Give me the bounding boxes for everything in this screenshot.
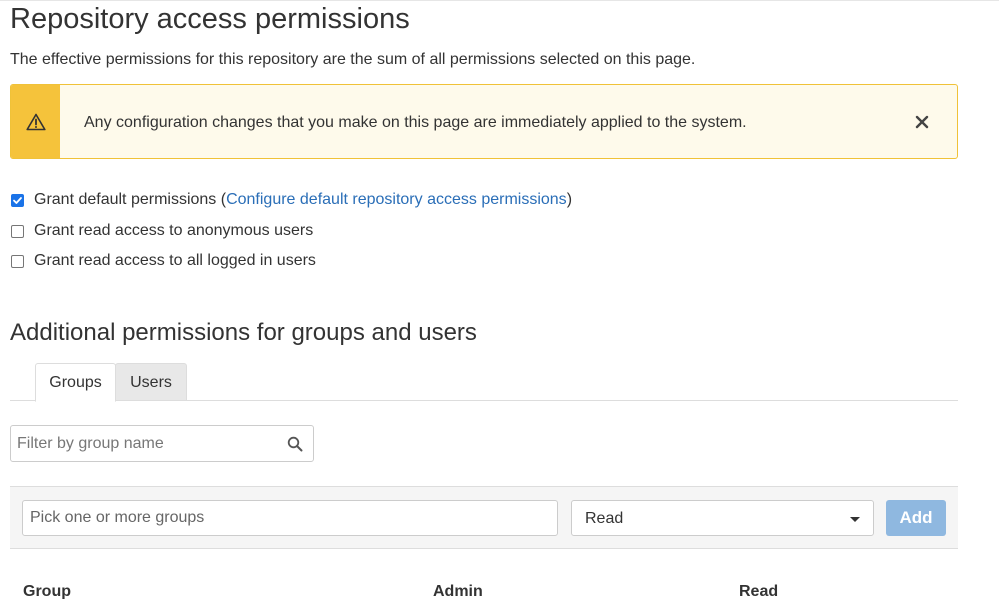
default-permissions-suffix: ) bbox=[566, 191, 573, 208]
default-permissions-checkbox[interactable] bbox=[11, 193, 24, 207]
pick-groups-input[interactable] bbox=[23, 501, 557, 535]
page-title: Repository access permissions bbox=[10, 3, 410, 35]
alert-icon-bar bbox=[11, 85, 60, 158]
permission-select-value: Read bbox=[585, 510, 624, 527]
add-button[interactable]: Add bbox=[886, 500, 946, 536]
logged-in-access-checkbox[interactable] bbox=[11, 254, 24, 268]
alert-message: Any configuration changes that you make … bbox=[84, 114, 747, 131]
filter-group-input[interactable] bbox=[11, 426, 281, 461]
pick-groups-field bbox=[22, 500, 558, 536]
permission-select[interactable]: Read bbox=[571, 500, 874, 536]
warning-alert: Any configuration changes that you make … bbox=[10, 84, 958, 159]
anonymous-access-label: Grant read access to anonymous users bbox=[34, 222, 314, 239]
configure-default-permissions-link[interactable]: Configure default repository access perm… bbox=[226, 190, 567, 210]
column-header-group[interactable]: Group bbox=[23, 582, 71, 599]
top-border bbox=[0, 0, 999, 1]
default-permissions-label: Grant default permissions ( bbox=[34, 191, 227, 208]
anonymous-access-checkbox[interactable] bbox=[11, 224, 24, 238]
add-permission-panel: Read Add bbox=[10, 486, 958, 549]
section-title: Additional permissions for groups and us… bbox=[10, 319, 477, 346]
default-permissions-option: Grant default permissions ( Configure de… bbox=[11, 190, 572, 210]
warning-icon bbox=[25, 113, 46, 130]
column-header-read[interactable]: Read bbox=[739, 582, 778, 599]
permission-tabs: Groups Users bbox=[10, 363, 958, 402]
chevron-down-icon bbox=[850, 517, 860, 522]
column-header-admin[interactable]: Admin bbox=[433, 582, 483, 599]
logged-in-access-option: Grant read access to all logged in users bbox=[11, 251, 316, 271]
close-icon[interactable] bbox=[913, 111, 931, 133]
tab-groups[interactable]: Groups bbox=[35, 363, 116, 402]
anonymous-access-option: Grant read access to anonymous users bbox=[11, 221, 313, 241]
page-description: The effective permissions for this repos… bbox=[10, 51, 696, 68]
search-icon[interactable] bbox=[287, 436, 303, 452]
filter-group-field bbox=[10, 425, 314, 462]
logged-in-access-label: Grant read access to all logged in users bbox=[34, 252, 316, 269]
tab-users[interactable]: Users bbox=[115, 363, 187, 401]
